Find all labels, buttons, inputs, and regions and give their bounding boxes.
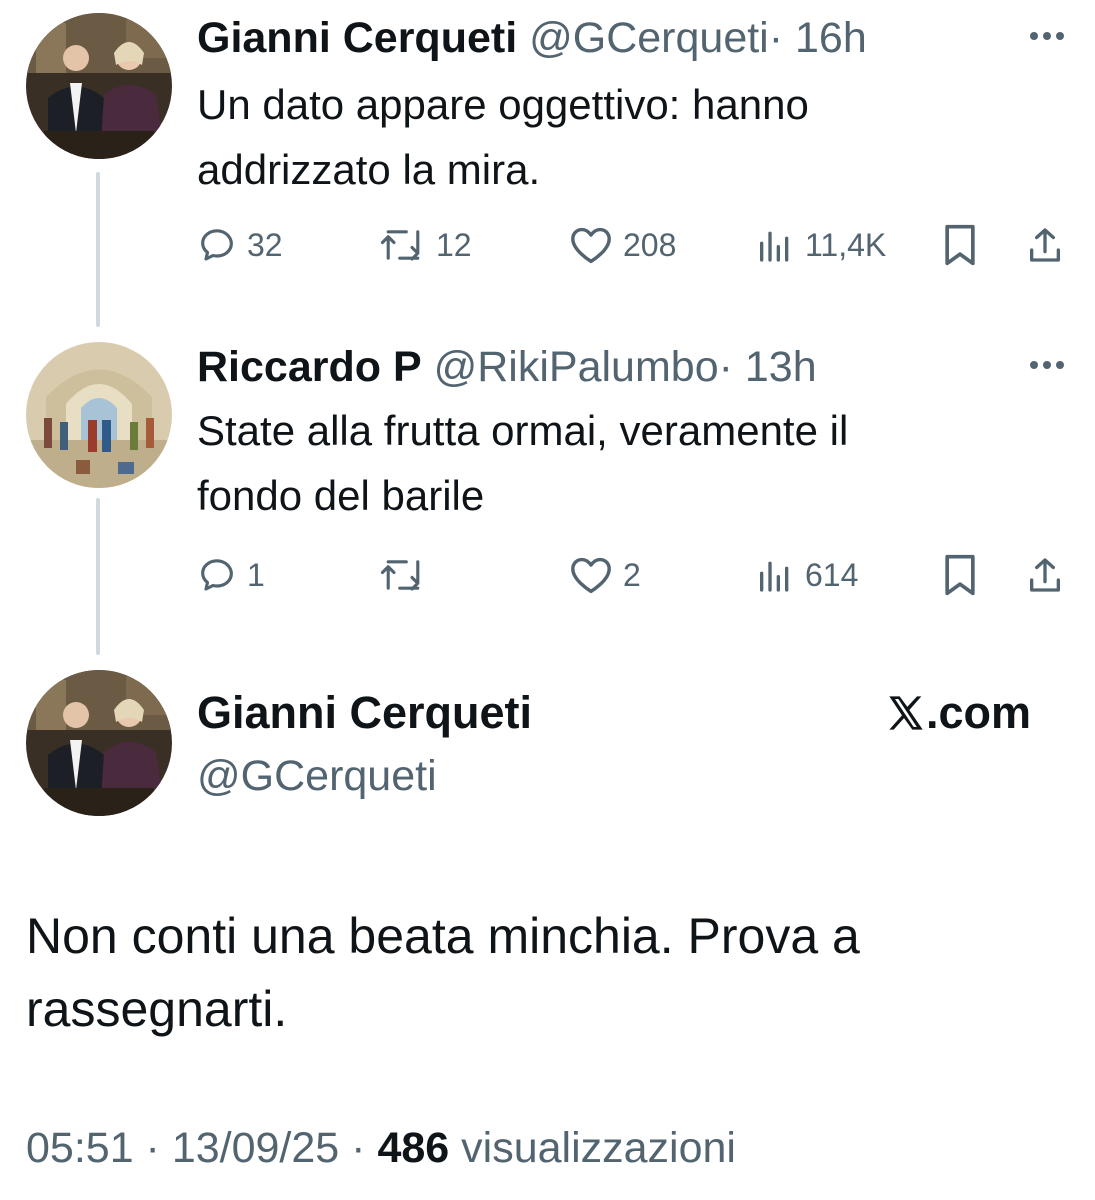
share-icon <box>1030 228 1060 262</box>
share-button[interactable] <box>1025 223 1065 267</box>
tweet-text-line: Non conti una beata minchia. Prova a <box>26 908 860 964</box>
bookmark-icon <box>945 554 975 596</box>
retweet-button[interactable] <box>380 553 436 597</box>
tweet-text: State alla frutta ormai, veramente il fo… <box>197 398 1057 528</box>
tweet-time[interactable]: · 13h <box>719 343 817 391</box>
views-count: 486 <box>377 1124 450 1172</box>
share-button[interactable] <box>1025 553 1065 597</box>
tweet-text-line: fondo del barile <box>197 472 485 519</box>
views-count: 11,4K <box>805 226 887 263</box>
tweet-time[interactable]: · 16h <box>769 14 867 62</box>
retweet-icon <box>380 230 420 261</box>
post-time[interactable]: 05:51 <box>26 1124 134 1172</box>
reply-count: 1 <box>247 556 265 593</box>
tweet-header: Riccardo P @RikiPalumbo· 13h <box>197 346 817 389</box>
tweet-text-line: Un dato appare oggettivo: hanno <box>197 81 809 128</box>
tweet-actions: 32 12 208 11,4K <box>197 223 1067 267</box>
reply-button[interactable]: 32 <box>197 223 283 267</box>
like-button[interactable]: 2 <box>569 553 641 597</box>
tweet-text: Un dato appare oggettivo: hanno addrizza… <box>197 72 1057 202</box>
retweet-count: 12 <box>436 226 472 263</box>
tweet-actions: 1 2 614 <box>197 553 1067 597</box>
views-count: 614 <box>805 556 859 593</box>
views-label: visualizzazioni <box>461 1124 736 1172</box>
separator: · <box>339 1124 378 1172</box>
x-brand-watermark: .com <box>886 690 1031 735</box>
author-handle[interactable]: @RikiPalumbo <box>434 343 719 391</box>
reply-button[interactable]: 1 <box>197 553 265 597</box>
bookmark-button[interactable] <box>941 553 979 597</box>
avatar[interactable] <box>26 670 172 816</box>
thread-line <box>96 498 100 655</box>
tweet-text-line: State alla frutta ormai, veramente il <box>197 407 849 454</box>
avatar[interactable] <box>26 342 172 488</box>
retweet-button[interactable]: 12 <box>380 223 472 267</box>
reply-count: 32 <box>247 226 283 263</box>
views-button[interactable]: 11,4K <box>755 223 886 267</box>
main-tweet-text: Non conti una beata minchia. Prova a ras… <box>26 900 1066 1046</box>
heart-icon <box>571 227 611 264</box>
tweet-text-line: addrizzato la mira. <box>197 146 541 193</box>
share-icon <box>1030 558 1060 592</box>
author-name[interactable]: Gianni Cerqueti <box>197 690 532 735</box>
x-logo-icon <box>889 695 923 730</box>
thread-line <box>96 172 100 327</box>
more-options-icon[interactable] <box>1028 358 1066 372</box>
tweet-text-line: rassegnarti. <box>26 981 288 1037</box>
more-options-icon[interactable] <box>1028 29 1066 43</box>
like-button[interactable]: 208 <box>569 223 676 267</box>
author-handle[interactable]: @GCerqueti <box>197 755 437 798</box>
author-name[interactable]: Gianni Cerqueti <box>197 14 517 62</box>
author-handle[interactable]: @GCerqueti <box>529 14 769 62</box>
views-chart-icon <box>760 231 789 262</box>
avatar[interactable] <box>26 13 172 159</box>
views-chart-icon <box>760 561 789 592</box>
tweet-header: Gianni Cerqueti @GCerqueti· 16h <box>197 17 867 60</box>
views-button[interactable]: 614 <box>755 553 858 597</box>
author-name[interactable]: Riccardo P <box>197 343 422 391</box>
retweet-icon <box>380 560 420 591</box>
separator: · <box>133 1124 172 1172</box>
reply-icon <box>201 229 233 261</box>
tweet-meta: 05:51 · 13/09/25 · 486 visualizzazioni <box>26 1127 736 1170</box>
post-date[interactable]: 13/09/25 <box>172 1124 339 1172</box>
heart-icon <box>571 557 611 594</box>
brand-domain: .com <box>926 687 1032 738</box>
like-count: 208 <box>623 226 677 263</box>
bookmark-icon <box>945 224 975 266</box>
bookmark-button[interactable] <box>941 223 979 267</box>
reply-icon <box>201 559 233 591</box>
like-count: 2 <box>623 556 641 593</box>
